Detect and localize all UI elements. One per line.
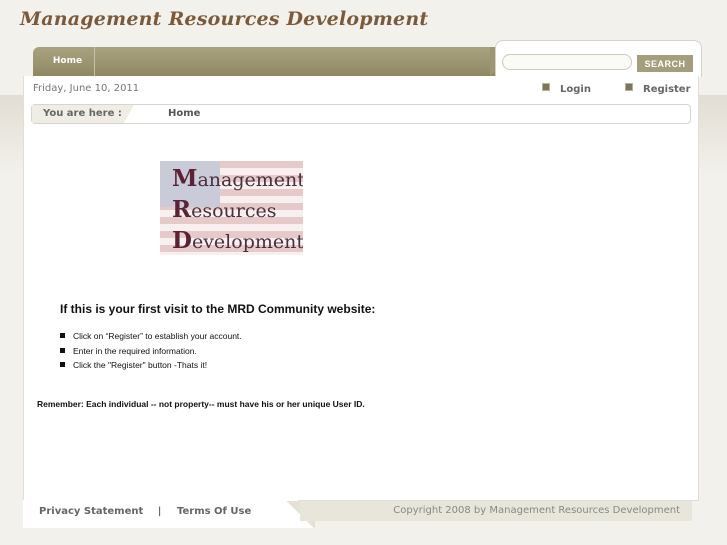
register-link[interactable]: Register bbox=[625, 83, 691, 95]
main-navbar: Home bbox=[33, 47, 515, 76]
list-item: Enter in the required information. bbox=[60, 344, 242, 359]
footer-links: Privacy Statement | Terms Of Use bbox=[23, 500, 298, 528]
nav-home-link[interactable]: Home bbox=[41, 47, 95, 76]
login-label: Login bbox=[560, 84, 591, 95]
site-title: Management Resources Development bbox=[20, 8, 429, 30]
mrd-logo: Management Resources Development bbox=[160, 161, 303, 255]
breadcrumb-current[interactable]: Home bbox=[168, 105, 200, 123]
breadcrumb-label: You are here : bbox=[32, 105, 134, 123]
logo-line-1: Management bbox=[172, 165, 303, 192]
terms-of-use-link[interactable]: Terms Of Use bbox=[177, 506, 251, 517]
logo-line-2: Resources bbox=[172, 196, 277, 223]
register-bullet-icon bbox=[625, 83, 633, 91]
content-panel bbox=[23, 76, 699, 501]
bullet-icon bbox=[60, 362, 65, 367]
welcome-heading: If this is your first visit to the MRD C… bbox=[60, 302, 376, 316]
login-bullet-icon bbox=[542, 83, 550, 91]
logo-line-3: Development bbox=[172, 227, 303, 254]
search-button[interactable]: SEARCH bbox=[637, 55, 693, 72]
bullet-icon bbox=[60, 347, 65, 353]
current-date: Friday, June 10, 2011 bbox=[33, 83, 140, 94]
search-input[interactable] bbox=[502, 54, 632, 70]
list-item: Click on “Register” to establish your ac… bbox=[60, 329, 242, 344]
bullet-icon bbox=[60, 333, 65, 338]
register-label: Register bbox=[643, 84, 691, 95]
footer-separator: | bbox=[158, 506, 162, 517]
breadcrumb: You are here : Home bbox=[31, 104, 691, 124]
remember-note: Remember: Each individual -- not propert… bbox=[37, 399, 365, 409]
registration-steps: Click on “Register” to establish your ac… bbox=[60, 329, 242, 373]
privacy-statement-link[interactable]: Privacy Statement bbox=[39, 506, 143, 517]
login-link[interactable]: Login bbox=[542, 83, 591, 95]
copyright-text: Copyright 2008 by Management Resources D… bbox=[300, 501, 692, 521]
list-item: Click the "Register" button -Thats it! bbox=[60, 358, 242, 373]
